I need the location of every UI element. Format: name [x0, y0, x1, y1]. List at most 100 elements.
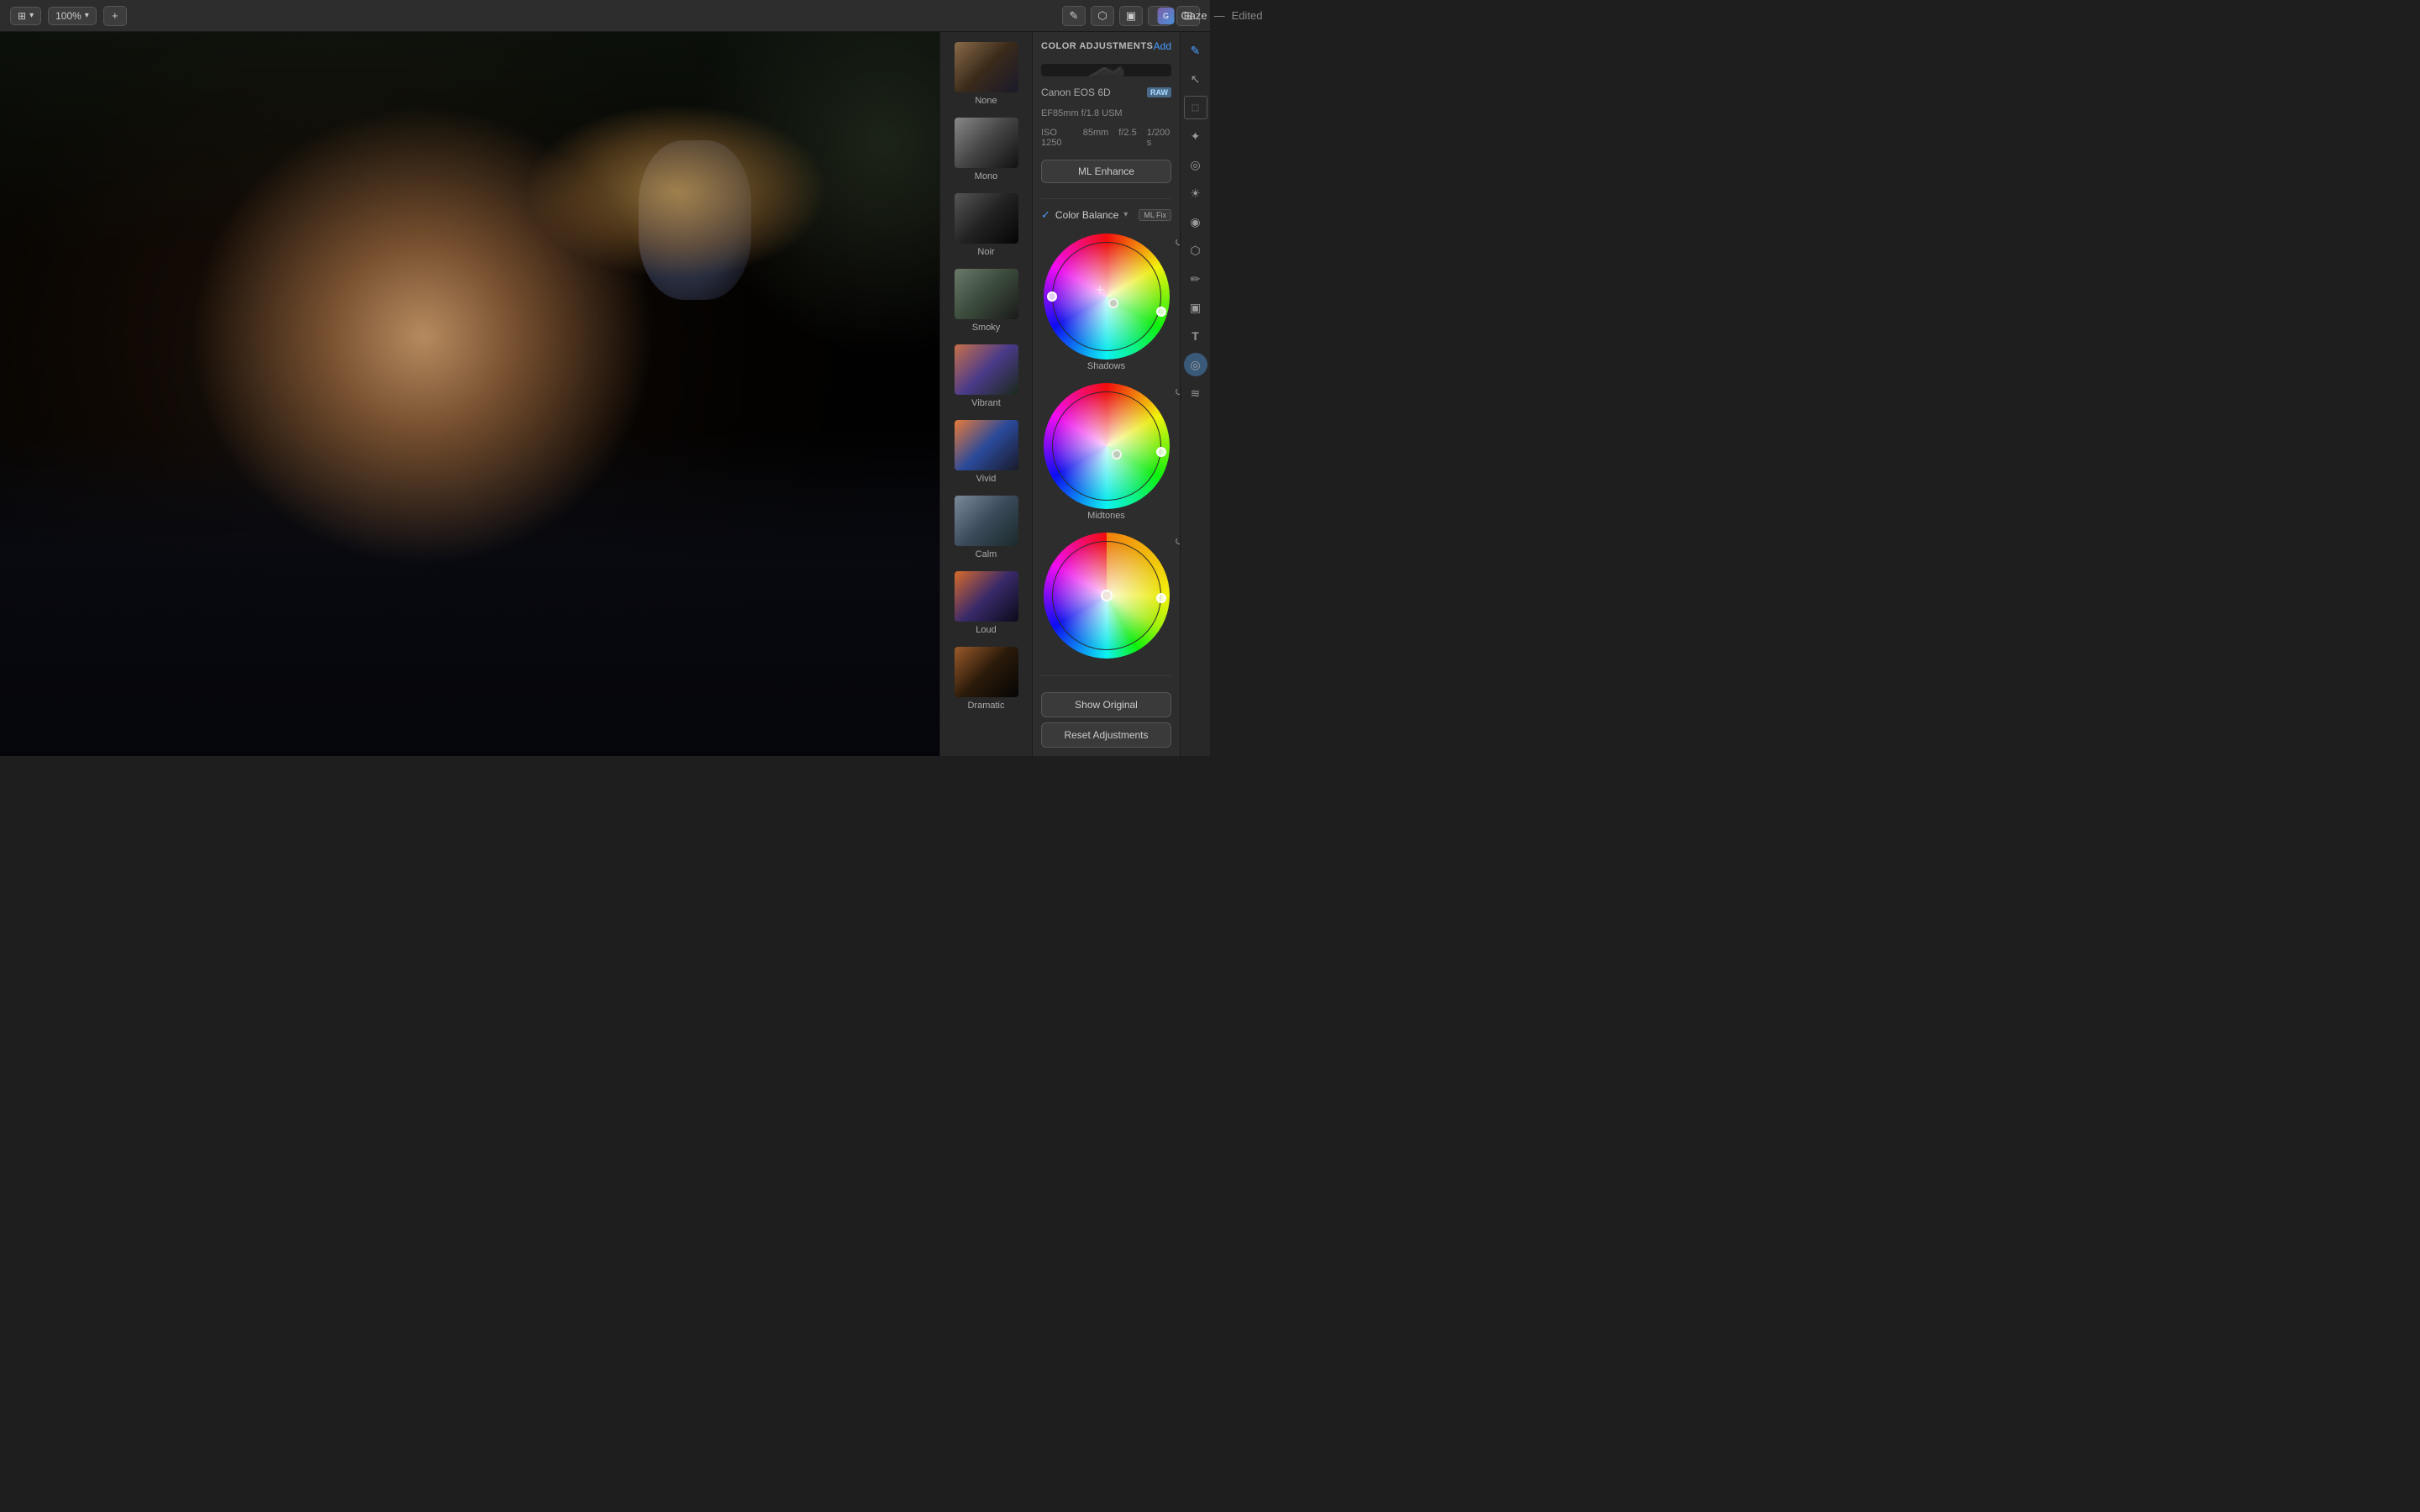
- preset-vivid[interactable]: Vivid: [946, 417, 1027, 487]
- preset-mono-label: Mono: [975, 171, 998, 181]
- preset-smoky-thumb: [955, 269, 1018, 319]
- preset-vibrant-label: Vibrant: [971, 398, 1001, 408]
- camera-model-label: Canon EOS 6D: [1041, 87, 1111, 98]
- preset-vivid-label: Vivid: [976, 474, 997, 484]
- preset-dramatic-label: Dramatic: [967, 701, 1004, 711]
- photo-canvas: [0, 32, 939, 756]
- compare-icon-btn[interactable]: ▣: [1119, 6, 1143, 26]
- shutter-label: 1/200 s: [1147, 128, 1171, 148]
- midtones-right-handle[interactable]: [1156, 447, 1166, 457]
- brush-icon-btn[interactable]: ✎: [1062, 6, 1086, 26]
- zoom-level-label: 100%: [55, 10, 82, 22]
- app-name-label: Gaze: [1181, 9, 1207, 22]
- preset-smoky[interactable]: Smoky: [946, 265, 1027, 336]
- ml-enhance-btn[interactable]: ML Enhance: [1041, 160, 1171, 183]
- histogram-svg: [1041, 64, 1171, 76]
- preset-loud-thumb: [955, 571, 1018, 622]
- filter-tool-btn[interactable]: ✦: [1184, 124, 1207, 148]
- zoom-selector[interactable]: 100% ▾: [48, 7, 97, 25]
- watch-highlight: [639, 140, 751, 300]
- crop-icon-btn[interactable]: ⬡: [1091, 6, 1114, 26]
- preset-noir[interactable]: Noir: [946, 190, 1027, 260]
- presets-strip: None Mono Noir Smoky Vibrant Vivid: [940, 32, 1033, 756]
- preset-calm-thumb: [955, 496, 1018, 546]
- shadows-wheel-color[interactable]: [1053, 243, 1160, 350]
- preset-none-thumb: [955, 42, 1018, 92]
- preset-calm[interactable]: Calm: [946, 492, 1027, 563]
- show-original-btn[interactable]: Show Original: [1041, 692, 1171, 717]
- more-tool-btn[interactable]: ≋: [1184, 381, 1207, 405]
- preset-noir-label: Noir: [977, 247, 994, 257]
- exif-row: ISO 1250 85mm f/2.5 1/200 s: [1041, 128, 1171, 148]
- highlights-reset-btn[interactable]: ↺: [1175, 534, 1180, 549]
- midtones-reset-btn[interactable]: ↺: [1175, 385, 1180, 399]
- histogram-container: [1041, 64, 1171, 76]
- mask-tool-btn[interactable]: ⬡: [1184, 239, 1207, 262]
- crop-tool-btn[interactable]: ▣: [1184, 296, 1207, 319]
- highlights-wheel-section: ↺: [1041, 533, 1171, 660]
- reset-adjustments-btn[interactable]: Reset Adjustments: [1041, 722, 1171, 748]
- tool-icons-panel: ✎ ↖ ⬚ ✦ ◎ ☀ ◉ ⬡ ✏ ▣ T ◎ ≋: [1180, 32, 1210, 756]
- midtones-wheel-color[interactable]: [1053, 392, 1160, 500]
- highlights-center-handle[interactable]: [1101, 590, 1113, 601]
- lens-info-label: EF85mm f/1.8 USM: [1041, 108, 1171, 118]
- adjustments-title: COLOR ADJUSTMENTS: [1041, 41, 1153, 51]
- focal-length-label: 85mm: [1083, 128, 1109, 148]
- adjustments-header: COLOR ADJUSTMENTS Add: [1041, 40, 1171, 52]
- preset-none[interactable]: None: [946, 39, 1027, 109]
- preset-dramatic[interactable]: Dramatic: [946, 643, 1027, 714]
- view-toggle-btn[interactable]: ⊞ ▾: [10, 7, 41, 25]
- midtones-center-handle[interactable]: [1112, 449, 1122, 459]
- right-panel: None Mono Noir Smoky Vibrant Vivid: [939, 32, 1210, 756]
- adjustments-add-btn[interactable]: Add: [1154, 40, 1171, 52]
- shadows-crosshair-icon: +: [1096, 281, 1105, 299]
- dodge-tool-btn[interactable]: ◉: [1184, 210, 1207, 234]
- add-btn[interactable]: +: [103, 6, 127, 26]
- preset-dramatic-thumb: [955, 647, 1018, 697]
- draw-tool-btn[interactable]: ✏: [1184, 267, 1207, 291]
- preset-noir-thumb: [955, 193, 1018, 244]
- midtones-label: Midtones: [1087, 511, 1125, 521]
- lens-tool-btn[interactable]: ◎: [1184, 353, 1207, 376]
- plus-icon: +: [112, 9, 118, 22]
- main-content: None Mono Noir Smoky Vibrant Vivid: [0, 32, 1210, 756]
- highlights-right-handle[interactable]: [1156, 593, 1166, 603]
- preset-mono-thumb: [955, 118, 1018, 168]
- camera-info-row: Canon EOS 6D RAW: [1041, 87, 1171, 98]
- iso-label: ISO 1250: [1041, 128, 1073, 148]
- spot-tool-btn[interactable]: ◎: [1184, 153, 1207, 176]
- color-balance-chevron-icon[interactable]: ▾: [1123, 210, 1128, 219]
- preset-vibrant[interactable]: Vibrant: [946, 341, 1027, 412]
- preset-smoky-label: Smoky: [972, 323, 1001, 333]
- app-icon: G: [1158, 8, 1175, 24]
- exposure-tool-btn[interactable]: ☀: [1184, 181, 1207, 205]
- preset-none-label: None: [975, 96, 997, 106]
- titlebar: ⊞ ▾ 100% ▾ + G Gaze — Edited ✎ ⬡ ▣ ↑ ⊞: [0, 0, 1210, 32]
- titlebar-center: G Gaze — Edited: [1158, 8, 1263, 24]
- midtones-wheel-section: ↺ Midtones: [1041, 383, 1171, 521]
- preset-vibrant-thumb: [955, 344, 1018, 395]
- color-balance-header: ✓ Color Balance ▾ ML Fix: [1041, 208, 1171, 222]
- preset-loud[interactable]: Loud: [946, 568, 1027, 638]
- shadows-center-handle[interactable]: [1108, 298, 1118, 308]
- cursor-tool-btn[interactable]: ↖: [1184, 67, 1207, 91]
- aperture-label: f/2.5: [1118, 128, 1136, 148]
- shadows-left-handle[interactable]: [1047, 291, 1057, 302]
- selection-tool-btn[interactable]: ⬚: [1184, 96, 1207, 119]
- photo-area: [0, 32, 939, 756]
- shadows-right-handle[interactable]: [1156, 307, 1166, 317]
- preset-loud-label: Loud: [976, 625, 996, 635]
- preset-mono[interactable]: Mono: [946, 114, 1027, 185]
- bg-blur-overlay: [658, 32, 939, 394]
- color-balance-label[interactable]: Color Balance: [1055, 209, 1118, 221]
- shadows-wheel-section: + ↺ Shadows: [1041, 234, 1171, 371]
- titlebar-left: ⊞ ▾ 100% ▾ +: [10, 6, 127, 26]
- ml-fix-badge[interactable]: ML Fix: [1139, 209, 1171, 221]
- raw-badge: RAW: [1147, 87, 1171, 97]
- color-balance-check-icon: ✓: [1041, 208, 1050, 222]
- brush-tool-btn[interactable]: ✎: [1184, 39, 1207, 62]
- text-tool-btn[interactable]: T: [1184, 324, 1207, 348]
- shadows-reset-btn[interactable]: ↺: [1175, 235, 1180, 249]
- adjustments-panel: COLOR ADJUSTMENTS Add: [1033, 32, 1180, 756]
- color-balance-title-row: ✓ Color Balance ▾: [1041, 208, 1128, 222]
